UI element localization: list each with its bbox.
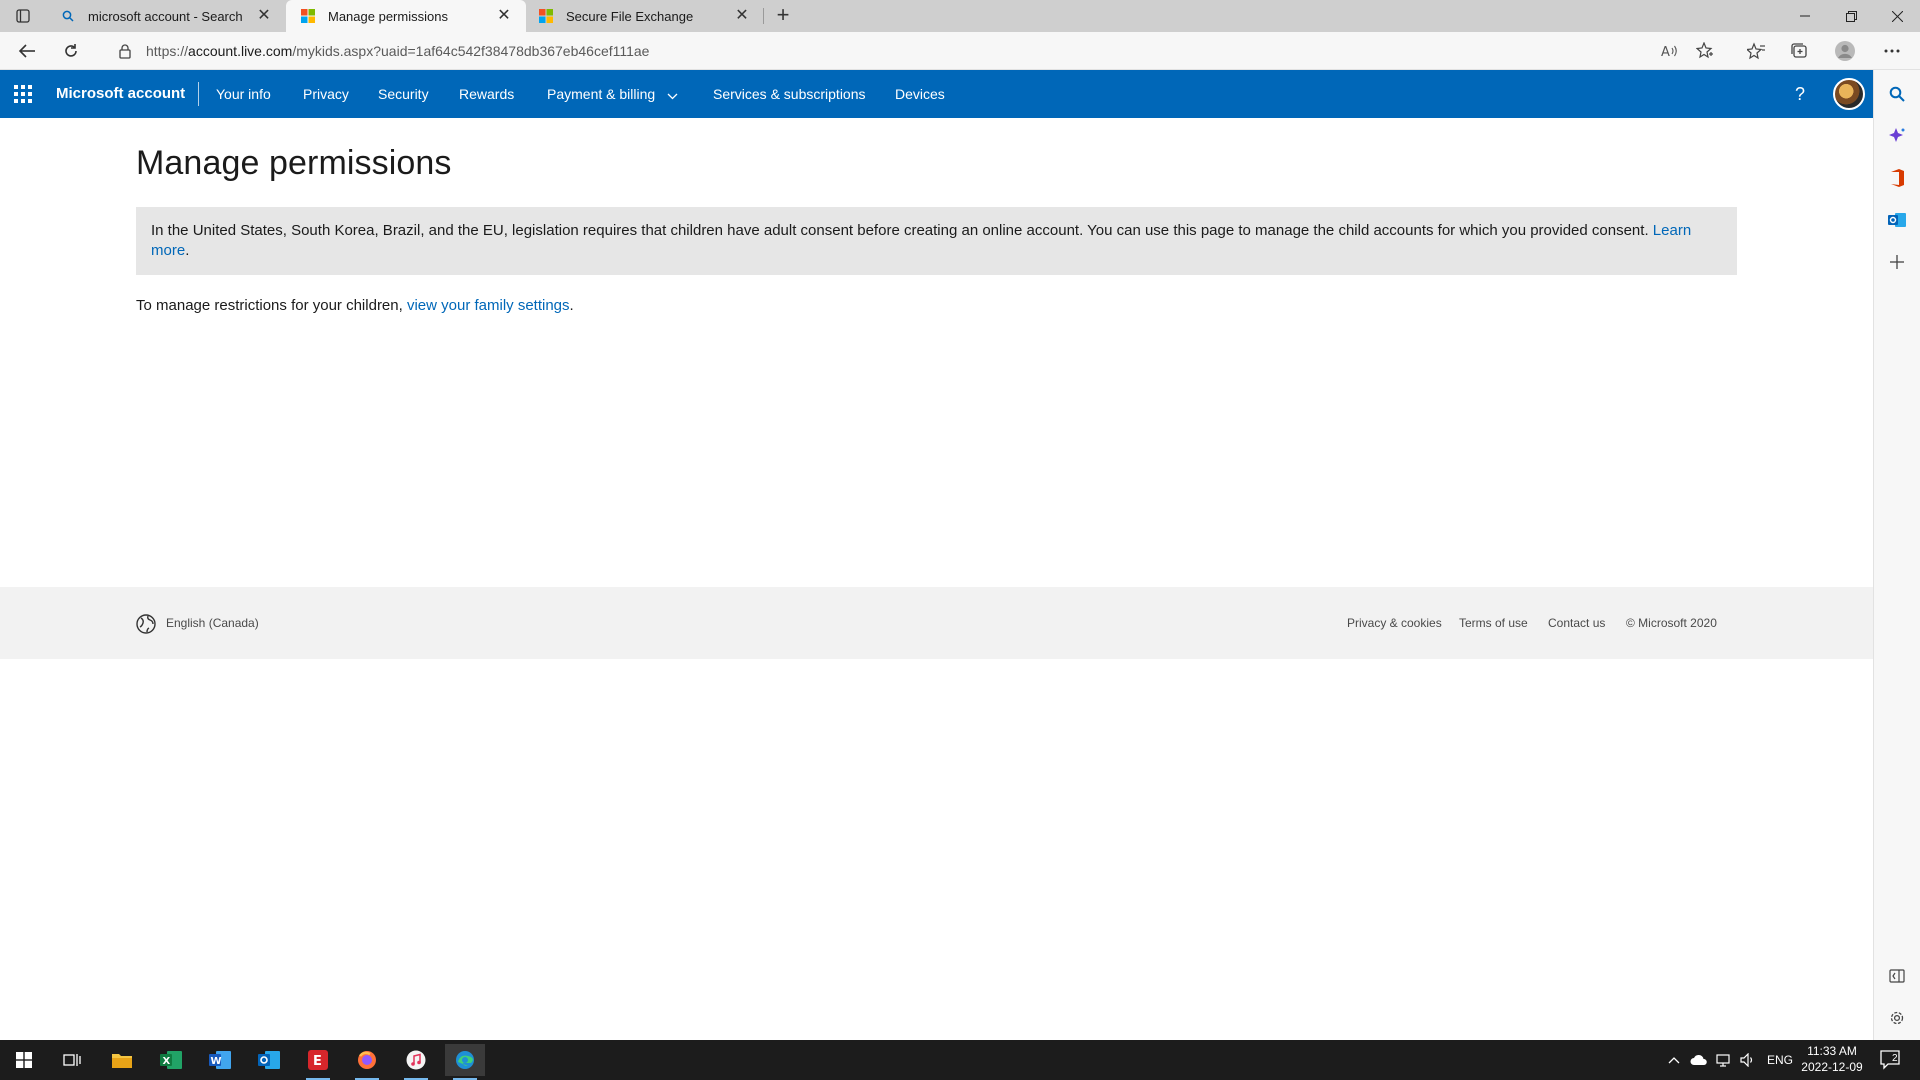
settings-gear-icon[interactable] [1885, 1006, 1909, 1030]
back-arrow-icon[interactable] [12, 37, 42, 65]
onedrive-icon[interactable] [1690, 1040, 1708, 1080]
lock-icon[interactable] [118, 43, 134, 59]
network-icon[interactable] [1716, 1040, 1732, 1080]
firefox-icon[interactable] [347, 1044, 387, 1080]
avatar[interactable] [1833, 78, 1865, 110]
edge-icon[interactable] [445, 1044, 485, 1080]
nav-rewards[interactable]: Rewards [459, 70, 514, 118]
start-windows-icon[interactable] [4, 1044, 44, 1076]
browser-tab-strip: microsoft account - Search ✕ Manage perm… [0, 0, 1920, 32]
page-footer: English (Canada) Privacy & cookies Terms… [0, 587, 1873, 659]
hide-sidebar-icon[interactable] [1885, 964, 1909, 988]
microsoft-logo-icon [538, 8, 554, 24]
task-view-icon[interactable] [52, 1044, 92, 1076]
app-launcher-icon[interactable] [14, 85, 32, 103]
volume-icon[interactable] [1740, 1040, 1756, 1080]
help-icon[interactable]: ? [1788, 82, 1812, 106]
clock-time: 11:33 AM [1807, 1044, 1857, 1058]
privacy-cookies-link[interactable]: Privacy & cookies [1347, 616, 1442, 630]
read-aloud-icon[interactable]: A [1655, 37, 1685, 65]
terms-of-use-link[interactable]: Terms of use [1459, 616, 1528, 630]
family-settings-text: To manage restrictions for your children… [136, 297, 1736, 314]
tab-manage-permissions[interactable]: Manage permissions ✕ [286, 0, 526, 32]
refresh-icon[interactable] [56, 37, 86, 65]
consent-notice: In the United States, South Korea, Brazi… [136, 207, 1737, 275]
sidebar-search-icon[interactable] [1885, 82, 1909, 106]
add-icon[interactable] [1885, 250, 1909, 274]
main-content: Manage permissions In the United States,… [136, 118, 1737, 314]
url-text[interactable]: https://account.live.com/mykids.aspx?uai… [146, 43, 649, 59]
manage-text: To manage restrictions for your children… [136, 297, 407, 314]
close-tab-icon[interactable]: ✕ [734, 8, 750, 24]
contact-us-link[interactable]: Contact us [1548, 616, 1605, 630]
nav-services-subscriptions[interactable]: Services & subscriptions [713, 70, 866, 118]
nav-security[interactable]: Security [378, 70, 429, 118]
office-icon[interactable] [1885, 166, 1909, 190]
sparkle-icon[interactable] [1885, 124, 1909, 148]
minimize-icon[interactable] [1782, 0, 1828, 32]
input-language[interactable]: ENG [1767, 1040, 1793, 1080]
browser-toolbar: https://account.live.com/mykids.aspx?uai… [0, 32, 1920, 70]
favorites-icon[interactable] [1741, 37, 1771, 65]
nav-divider [198, 82, 199, 106]
page-title: Manage permissions [136, 144, 452, 182]
svg-text:W: W [211, 1056, 222, 1067]
new-tab-button[interactable]: + [770, 4, 796, 28]
outlook-icon[interactable] [249, 1044, 289, 1076]
tab-search[interactable]: microsoft account - Search ✕ [46, 0, 286, 32]
manage-period: . [569, 297, 574, 314]
outlook-icon[interactable] [1885, 208, 1909, 232]
nav-your-info[interactable]: Your info [216, 70, 271, 118]
nav-payment-billing-label: Payment & billing [547, 86, 656, 102]
svg-text:X: X [163, 1056, 171, 1067]
more-options-icon[interactable] [1877, 37, 1907, 65]
profile-icon[interactable] [1830, 37, 1860, 65]
notifications-icon[interactable]: 2 [1880, 1040, 1902, 1080]
close-tab-icon[interactable]: ✕ [496, 8, 512, 24]
close-window-icon[interactable] [1874, 0, 1920, 32]
notification-count: 2 [1892, 1053, 1898, 1064]
music-app-icon[interactable] [396, 1044, 436, 1080]
svg-text:E: E [313, 1054, 322, 1069]
microsoft-logo-icon [300, 8, 316, 24]
svg-text:A: A [1661, 45, 1670, 58]
copyright-text: © Microsoft 2020 [1626, 616, 1717, 630]
tab-title: Manage permissions [328, 8, 448, 24]
add-favorite-icon[interactable] [1690, 37, 1720, 65]
search-icon [60, 8, 76, 24]
close-tab-icon[interactable]: ✕ [256, 8, 272, 24]
system-clock[interactable]: 11:33 AM 2022-12-09 [1792, 1043, 1872, 1075]
nav-payment-billing[interactable]: Payment & billing [547, 70, 678, 118]
notice-text: In the United States, South Korea, Brazi… [151, 222, 1649, 239]
app-e-icon[interactable]: E [298, 1044, 338, 1080]
language-selector[interactable]: English (Canada) [166, 616, 259, 630]
brand-link[interactable]: Microsoft account [56, 70, 185, 118]
clock-date: 2022-12-09 [1801, 1060, 1863, 1074]
family-settings-link[interactable]: view your family settings [407, 297, 570, 314]
file-explorer-icon[interactable] [102, 1044, 142, 1076]
edge-sidebar [1873, 70, 1920, 1040]
restore-icon[interactable] [1828, 0, 1874, 32]
address-bar[interactable]: https://account.live.com/mykids.aspx?uai… [108, 36, 1728, 66]
notice-period: . [185, 242, 190, 259]
account-nav-bar: Microsoft account Your info Privacy Secu… [0, 70, 1873, 118]
tab-title: Secure File Exchange [566, 8, 694, 24]
nav-privacy[interactable]: Privacy [303, 70, 349, 118]
globe-icon[interactable] [136, 614, 156, 634]
nav-devices[interactable]: Devices [895, 70, 945, 118]
word-icon[interactable]: W [200, 1044, 240, 1076]
windows-taskbar: X W E ENG 11:33 AM 2022-12-09 2 [0, 1040, 1920, 1080]
collections-icon[interactable] [1784, 37, 1814, 65]
tab-actions-icon[interactable] [12, 6, 34, 26]
tab-secure-file-exchange[interactable]: Secure File Exchange ✕ [524, 0, 764, 32]
excel-icon[interactable]: X [151, 1044, 191, 1076]
chevron-down-icon [667, 71, 678, 119]
tab-divider [763, 8, 764, 24]
show-hidden-icons[interactable] [1668, 1040, 1680, 1080]
tab-title: microsoft account - Search [88, 8, 243, 24]
